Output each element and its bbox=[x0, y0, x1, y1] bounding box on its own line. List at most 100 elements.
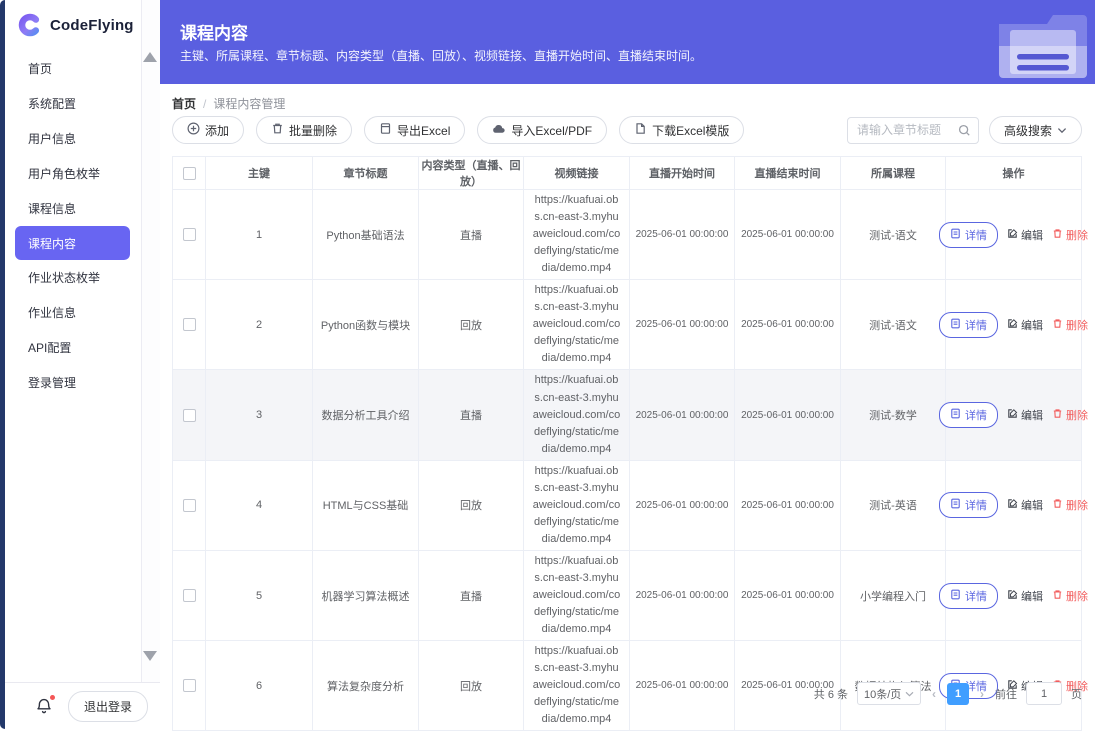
add-button[interactable]: 添加 bbox=[172, 116, 244, 144]
import-excel-pdf-button[interactable]: 导入Excel/PDF bbox=[477, 116, 607, 144]
sidebar-item-label: 用户角色枚举 bbox=[28, 165, 100, 182]
detail-doc-icon bbox=[950, 498, 961, 512]
pagination: 共 6 条 10条/页 ‹ 1 › 前往 页 bbox=[814, 682, 1082, 705]
edit-button[interactable]: 编辑 bbox=[1007, 227, 1043, 243]
cell-end-time: 2025-06-01 00:00:00 bbox=[735, 460, 841, 550]
notification-dot bbox=[50, 695, 55, 700]
table-row: 1 Python基础语法 直播 https://kuafuai.obs.cn-e… bbox=[173, 190, 1082, 280]
breadcrumb-current: 课程内容管理 bbox=[213, 95, 285, 112]
detail-doc-icon bbox=[950, 408, 961, 422]
notification-bell-icon[interactable] bbox=[35, 697, 53, 715]
edit-button[interactable]: 编辑 bbox=[1007, 497, 1043, 513]
prev-page-button[interactable]: ‹ bbox=[930, 687, 938, 701]
row-checkbox[interactable] bbox=[183, 589, 196, 602]
page-header-banner: 课程内容 主键、所属课程、章节标题、内容类型（直播、回放）、视频链接、直播开始时… bbox=[160, 0, 1095, 84]
edit-button[interactable]: 编辑 bbox=[1007, 407, 1043, 423]
edit-icon bbox=[1007, 318, 1018, 332]
delete-trash-icon bbox=[1052, 318, 1063, 332]
column-header-end: 直播结束时间 bbox=[735, 157, 841, 190]
search-icon[interactable] bbox=[958, 124, 971, 142]
row-actions: 详情 编辑 删除 bbox=[952, 312, 1075, 338]
table-row: 3 数据分析工具介绍 直播 https://kuafuai.obs.cn-eas… bbox=[173, 370, 1082, 460]
select-all-checkbox[interactable] bbox=[183, 167, 196, 180]
column-header-id: 主键 bbox=[206, 157, 313, 190]
row-actions: 详情 编辑 删除 bbox=[952, 402, 1075, 428]
cell-id: 1 bbox=[206, 190, 313, 280]
toolbar-right-group: 高级搜索 bbox=[847, 116, 1082, 144]
cell-course: 测试-数学 bbox=[841, 370, 946, 460]
cell-title: Python函数与模块 bbox=[313, 280, 419, 370]
detail-button[interactable]: 详情 bbox=[939, 402, 998, 428]
download-excel-template-button[interactable]: 下载Excel模版 bbox=[619, 116, 744, 144]
sidebar-item-登录管理[interactable]: 登录管理 bbox=[5, 365, 141, 400]
import-excel-pdf-button-label: 导入Excel/PDF bbox=[511, 122, 592, 139]
sidebar-item-用户信息[interactable]: 用户信息 bbox=[5, 121, 141, 156]
row-checkbox[interactable] bbox=[183, 318, 196, 331]
column-header-actions: 操作 bbox=[946, 157, 1082, 190]
edit-button-label: 编辑 bbox=[1021, 407, 1043, 423]
goto-page-input[interactable] bbox=[1026, 682, 1062, 705]
detail-doc-icon bbox=[950, 589, 961, 603]
delete-button[interactable]: 删除 bbox=[1052, 497, 1088, 513]
detail-button[interactable]: 详情 bbox=[939, 492, 998, 518]
cell-id: 5 bbox=[206, 550, 313, 640]
detail-button-label: 详情 bbox=[965, 588, 987, 604]
detail-button[interactable]: 详情 bbox=[939, 312, 998, 338]
row-checkbox[interactable] bbox=[183, 409, 196, 422]
delete-button[interactable]: 删除 bbox=[1052, 407, 1088, 423]
breadcrumb-home[interactable]: 首页 bbox=[172, 95, 196, 112]
edit-button[interactable]: 编辑 bbox=[1007, 317, 1043, 333]
row-actions: 详情 编辑 删除 bbox=[952, 583, 1075, 609]
next-page-button[interactable]: › bbox=[978, 687, 986, 701]
sidebar-scroll-down-icon[interactable] bbox=[143, 651, 157, 661]
cell-type: 回放 bbox=[419, 280, 524, 370]
sidebar-item-API配置[interactable]: API配置 bbox=[5, 330, 141, 365]
logout-button[interactable]: 退出登录 bbox=[68, 691, 148, 722]
delete-button[interactable]: 删除 bbox=[1052, 227, 1088, 243]
sidebar-item-作业信息[interactable]: 作业信息 bbox=[5, 295, 141, 330]
sidebar-item-作业状态枚举[interactable]: 作业状态枚举 bbox=[5, 260, 141, 295]
delete-button[interactable]: 删除 bbox=[1052, 588, 1088, 604]
sidebar-scroll-up-icon[interactable] bbox=[143, 52, 157, 62]
detail-button[interactable]: 详情 bbox=[939, 583, 998, 609]
sidebar-item-首页[interactable]: 首页 bbox=[5, 51, 141, 86]
cloud-upload-icon bbox=[492, 123, 506, 138]
cell-start-time: 2025-06-01 00:00:00 bbox=[630, 460, 735, 550]
batch-delete-button[interactable]: 批量删除 bbox=[256, 116, 352, 144]
page-number-1[interactable]: 1 bbox=[947, 683, 969, 705]
advanced-search-label: 高级搜索 bbox=[1004, 122, 1052, 139]
cell-title: HTML与CSS基础 bbox=[313, 460, 419, 550]
row-checkbox[interactable] bbox=[183, 499, 196, 512]
delete-button[interactable]: 删除 bbox=[1052, 317, 1088, 333]
row-checkbox[interactable] bbox=[183, 679, 196, 692]
detail-button[interactable]: 详情 bbox=[939, 222, 998, 248]
sidebar-item-用户角色枚举[interactable]: 用户角色枚举 bbox=[5, 156, 141, 191]
detail-doc-icon bbox=[950, 318, 961, 332]
row-checkbox[interactable] bbox=[183, 228, 196, 241]
page-size-select[interactable]: 10条/页 bbox=[857, 682, 921, 705]
sidebar-item-label: 系统配置 bbox=[28, 95, 76, 112]
sidebar-item-课程内容[interactable]: 课程内容 bbox=[15, 226, 130, 260]
page-size-value: 10条/页 bbox=[864, 686, 901, 702]
trash-icon bbox=[271, 122, 284, 138]
export-icon bbox=[379, 122, 392, 138]
edit-button[interactable]: 编辑 bbox=[1007, 588, 1043, 604]
edit-button-label: 编辑 bbox=[1021, 317, 1043, 333]
detail-button-label: 详情 bbox=[965, 407, 987, 423]
sidebar-item-课程信息[interactable]: 课程信息 bbox=[5, 191, 141, 226]
detail-button-label: 详情 bbox=[965, 227, 987, 243]
delete-trash-icon bbox=[1052, 408, 1063, 422]
detail-doc-icon bbox=[950, 228, 961, 242]
cell-type: 回放 bbox=[419, 641, 524, 731]
cell-video-link: https://kuafuai.obs.cn-east-3.myhuaweicl… bbox=[524, 280, 630, 370]
file-icon bbox=[634, 122, 647, 138]
main-content: 课程内容 主键、所属课程、章节标题、内容类型（直播、回放）、视频链接、直播开始时… bbox=[160, 0, 1095, 729]
advanced-search-button[interactable]: 高级搜索 bbox=[989, 116, 1082, 144]
goto-label: 前往 bbox=[995, 686, 1017, 702]
breadcrumb-separator: / bbox=[203, 97, 206, 111]
export-excel-button[interactable]: 导出Excel bbox=[364, 116, 465, 144]
sidebar-item-系统配置[interactable]: 系统配置 bbox=[5, 86, 141, 121]
sidebar-item-label: 作业状态枚举 bbox=[28, 269, 100, 286]
delete-trash-icon bbox=[1052, 589, 1063, 603]
add-button-label: 添加 bbox=[205, 122, 229, 139]
